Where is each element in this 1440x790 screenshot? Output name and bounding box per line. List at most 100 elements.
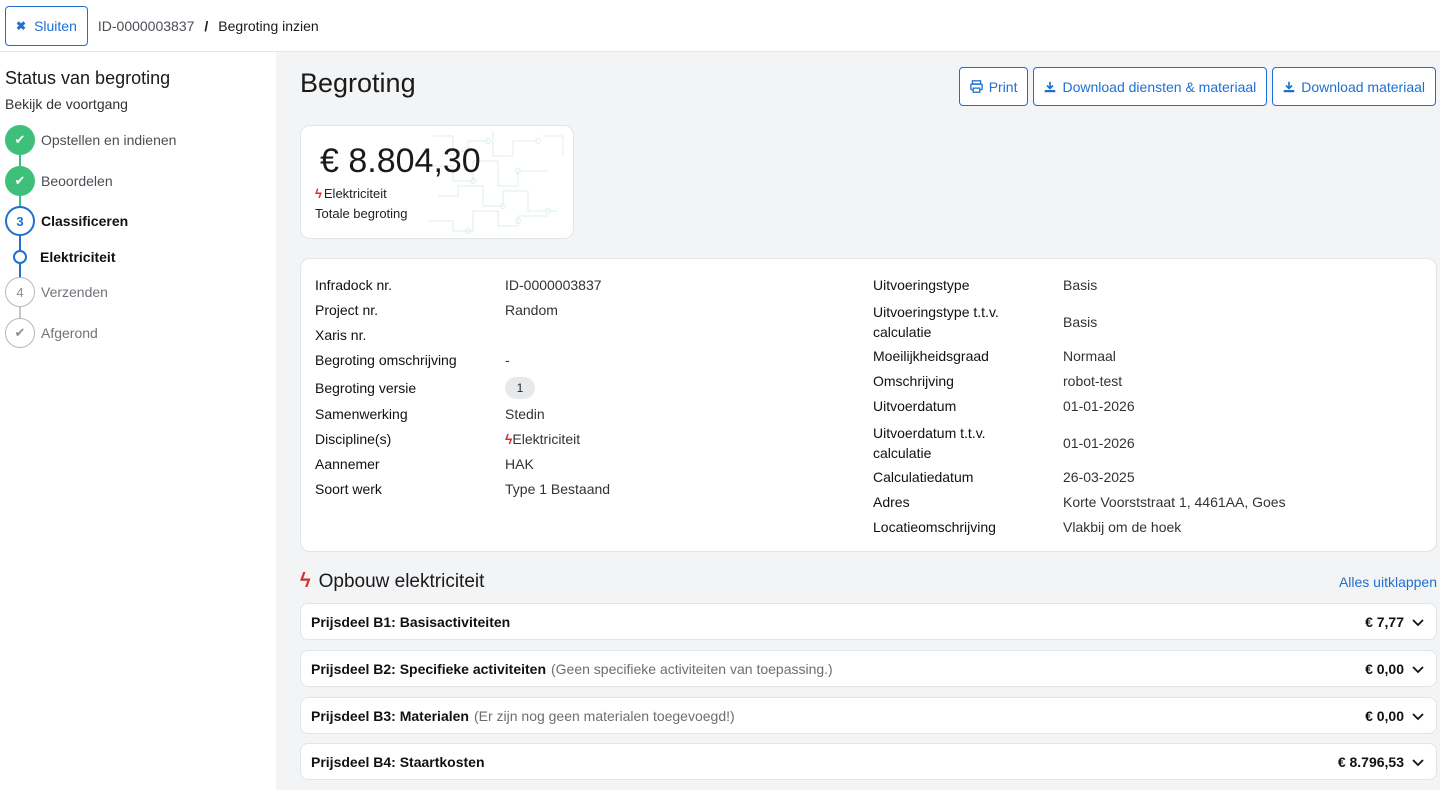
step-connector — [19, 236, 21, 250]
step-opstellen: ✔ Opstellen en indienen — [5, 125, 176, 155]
detail-key: Uitvoeringstype t.t.v. calculatie — [873, 302, 1063, 342]
lightning-icon: ϟ — [315, 186, 322, 201]
step-number: 4 — [5, 277, 35, 307]
detail-key: Begroting versie — [315, 380, 417, 396]
detail-key: Project nr. — [315, 302, 379, 318]
step-label: Opstellen en indienen — [41, 132, 177, 148]
detail-row: Begroting versie 1 — [315, 377, 535, 399]
download-icon — [1045, 81, 1056, 92]
step-label: Classificeren — [41, 213, 129, 229]
prijsdeel-title: Prijsdeel B2: Specifieke activiteiten — [311, 660, 546, 677]
check-icon: ✔ — [5, 318, 35, 348]
lightning-icon: ϟ — [300, 570, 311, 592]
detail-value: ID-0000003837 — [505, 277, 602, 293]
detail-key: Uitvoeringstype — [873, 277, 970, 293]
detail-key: Samenwerking — [315, 406, 408, 422]
detail-key: Locatieomschrijving — [873, 519, 996, 535]
chevron-down-icon — [1410, 754, 1426, 770]
breadcrumb-id: ID-0000003837 — [97, 17, 195, 34]
step-number: 3 — [5, 206, 35, 236]
breadcrumb: ID-0000003837 / Begroting inzien — [98, 18, 319, 34]
detail-row: Aannemer HAK — [315, 456, 534, 472]
prijsdeel-amount: € 8.796,53 — [1337, 753, 1404, 770]
detail-key: Soort werk — [315, 481, 382, 497]
prijsdeel-title: Prijsdeel B3: Materialen — [311, 707, 469, 724]
sidebar-title: Status van begroting — [5, 68, 171, 88]
prijsdeel-amount: € 0,00 — [1365, 660, 1404, 677]
step-afgerond: ✔ Afgerond — [5, 318, 98, 348]
budget-details-card: Infradock nr. ID-0000003837 Project nr. … — [300, 258, 1437, 552]
step-label: Beoordelen — [41, 173, 113, 189]
expand-all-link[interactable]: Alles uitklappen — [1339, 574, 1437, 590]
detail-value: Basis — [1063, 314, 1098, 330]
print-label: Print — [988, 78, 1018, 95]
step-label: Afgerond — [41, 325, 98, 341]
step-beoordelen: ✔ Beoordelen — [5, 166, 113, 196]
total-label: Totale begroting — [315, 206, 408, 221]
detail-row: Uitvoeringstype Basis — [873, 277, 1097, 293]
detail-key-line2: calculatie — [873, 445, 932, 461]
detail-row: Samenwerking Stedin — [315, 406, 545, 422]
chevron-down-icon — [1410, 708, 1426, 724]
detail-row: Omschrijving robot-test — [873, 373, 1122, 389]
detail-key: Calculatiedatum — [873, 469, 974, 485]
prijsdeel-b2-accordion[interactable]: Prijsdeel B2: Specifieke activiteiten (G… — [300, 650, 1437, 687]
detail-row: Adres Korte Voorststraat 1, 4461AA, Goes — [873, 494, 1286, 510]
main-content: Begroting Print Download diensten & mate… — [276, 52, 1440, 790]
detail-row: Uitvoerdatum t.t.v. calculatie 01-01-2026 — [873, 423, 1135, 463]
prijsdeel-title: Prijsdeel B4: Staartkosten — [311, 753, 485, 770]
detail-key: Begroting omschrijving — [315, 352, 457, 368]
discipline-label: Elektriciteit — [323, 186, 387, 201]
download-services-materials-button[interactable]: Download diensten & materiaal — [1033, 67, 1268, 106]
detail-value: ϟElektriciteit — [505, 431, 580, 447]
detail-value: Vlakbij om de hoek — [1063, 519, 1182, 535]
detail-key: Xaris nr. — [315, 327, 367, 343]
status-sidebar: Status van begroting Bekijk de voortgang… — [0, 52, 276, 790]
detail-key-line2: calculatie — [873, 324, 932, 340]
sidebar-subtitle: Bekijk de voortgang — [5, 96, 128, 112]
detail-row: Discipline(s) ϟElektriciteit — [315, 431, 580, 447]
detail-row: Uitvoeringstype t.t.v. calculatie Basis — [873, 302, 1097, 342]
prijsdeel-note: (Geen specifieke activiteiten van toepas… — [551, 660, 833, 677]
detail-key: Discipline(s) — [315, 431, 392, 447]
step-label: Verzenden — [41, 284, 108, 300]
download-material-label: Download materiaal — [1301, 78, 1425, 95]
prijsdeel-b1-accordion[interactable]: Prijsdeel B1: Basisactiviteiten € 7,77 — [300, 603, 1437, 640]
detail-value: - — [505, 352, 510, 368]
page-title: Begroting — [300, 68, 416, 98]
action-buttons: Print Download diensten & materiaal Down… — [958, 67, 1436, 106]
close-label: Sluiten — [34, 17, 77, 34]
chevron-down-icon — [1410, 661, 1426, 677]
detail-row: Locatieomschrijving Vlakbij om de hoek — [873, 519, 1181, 535]
print-button[interactable]: Print — [958, 67, 1029, 106]
detail-key: Moeilijkheidsgraad — [873, 348, 989, 364]
download-material-button[interactable]: Download materiaal — [1272, 67, 1436, 106]
prijsdeel-amount: € 7,77 — [1365, 613, 1404, 630]
detail-value: 01-01-2026 — [1063, 435, 1135, 451]
detail-key: Infradock nr. — [315, 277, 393, 293]
printer-icon — [969, 80, 983, 93]
section-title: Opbouw elektriciteit — [318, 570, 485, 592]
close-icon: ✖ — [16, 18, 27, 33]
detail-value: Korte Voorststraat 1, 4461AA, Goes — [1063, 494, 1286, 510]
substep-label: Elektriciteit — [40, 249, 116, 265]
check-icon: ✔ — [5, 125, 35, 155]
detail-row: Xaris nr. — [315, 327, 505, 343]
prijsdeel-amount: € 0,00 — [1365, 707, 1404, 724]
step-classificeren: 3 Classificeren — [5, 206, 128, 236]
detail-key-line1: Uitvoerdatum t.t.v. — [873, 425, 986, 441]
prijsdeel-b3-accordion[interactable]: Prijsdeel B3: Materialen (Er zijn nog ge… — [300, 697, 1437, 734]
breadcrumb-current: Begroting inzien — [218, 17, 319, 34]
version-badge: 1 — [505, 377, 535, 399]
detail-key: Aannemer — [315, 456, 380, 472]
prijsdeel-b4-accordion[interactable]: Prijsdeel B4: Staartkosten € 8.796,53 — [300, 743, 1437, 780]
detail-key-line1: Uitvoeringstype t.t.v. — [873, 304, 999, 320]
detail-value: HAK — [505, 456, 534, 472]
total-amount: € 8.804,30 — [320, 142, 481, 180]
substep-dot — [13, 250, 27, 264]
prijsdeel-title: Prijsdeel B1: Basisactiviteiten — [311, 613, 511, 630]
detail-row: Calculatiedatum 26-03-2025 — [873, 469, 1135, 485]
total-discipline: ϟ Elektriciteit — [315, 186, 387, 201]
close-button[interactable]: ✖ Sluiten — [5, 5, 88, 46]
detail-row: Project nr. Random — [315, 302, 558, 318]
